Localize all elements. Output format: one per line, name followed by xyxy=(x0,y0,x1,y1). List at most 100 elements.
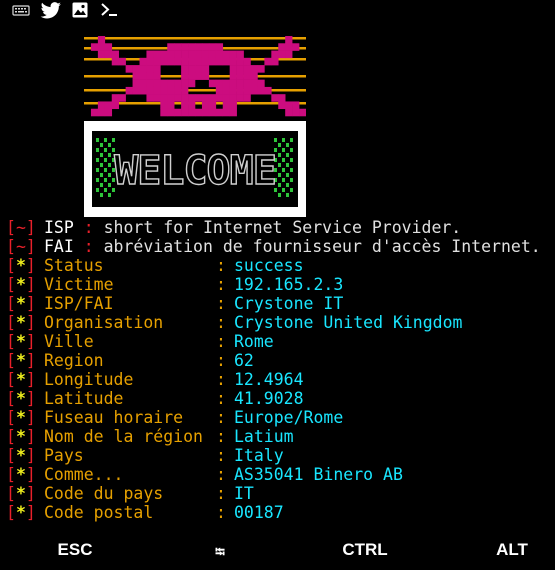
info-separator: : xyxy=(83,218,94,237)
field-separator: : xyxy=(216,294,226,313)
field-value: 62 xyxy=(234,351,254,370)
star-marker: * xyxy=(15,389,26,408)
field-line: [*] Region:62 xyxy=(6,351,555,370)
field-value: Europe/Rome xyxy=(234,408,344,427)
star-marker: * xyxy=(15,370,26,389)
info-line: [~] FAI : abréviation de fournisseur d'ac… xyxy=(6,237,555,256)
bracket: ] xyxy=(25,446,36,465)
field-marker: [*] xyxy=(6,503,36,522)
field-separator: : xyxy=(216,256,226,275)
welcome-logo: WELCOME xyxy=(114,148,276,194)
info-text: FAI : abréviation de fournisseur d'accès… xyxy=(44,237,541,256)
field-value: Rome xyxy=(234,332,274,351)
field-line: [*] Code du pays: IT xyxy=(6,484,555,503)
extra-keys-bar: ESC ⭾ CTRL ALT xyxy=(0,532,555,568)
field-separator: : xyxy=(216,408,226,427)
tilde-marker: ~ xyxy=(15,237,26,256)
field-separator: : xyxy=(216,351,226,370)
star-marker: * xyxy=(15,446,26,465)
bracket: ] xyxy=(25,427,36,446)
field-label: Ville xyxy=(44,332,94,351)
field-label: Fuseau horaire xyxy=(44,408,184,427)
field-separator: : xyxy=(216,446,226,465)
star-marker: * xyxy=(15,408,26,427)
star-marker: * xyxy=(15,351,26,370)
bracket: [ xyxy=(6,218,16,237)
star-marker: * xyxy=(15,275,26,294)
skull-and-welcome-art: WELCOME xyxy=(84,36,307,217)
field-marker: [*] xyxy=(6,389,36,408)
bracket: ] xyxy=(25,465,36,484)
field-label: Victime xyxy=(44,275,114,294)
field-label: Code postal xyxy=(44,503,154,522)
info-text: ISP : short for Internet Service Provide… xyxy=(44,218,461,237)
field-value: AS35041 Binero AB xyxy=(234,465,403,484)
field-line: [*] ISP/FAI: Crystone IT xyxy=(6,294,555,313)
field-label: Code du pays xyxy=(44,484,164,503)
bracket: [ xyxy=(6,351,16,370)
field-line: [*] Fuseau horaire: Europe/Rome xyxy=(6,408,555,427)
bracket: ] xyxy=(25,351,36,370)
alt-key[interactable]: ALT xyxy=(490,540,534,560)
field-separator: : xyxy=(216,332,226,351)
info-description: abréviation de fournisseur d'accès Inter… xyxy=(103,237,541,256)
field-label: Region xyxy=(44,351,104,370)
image-icon xyxy=(72,2,88,22)
tab-key[interactable]: ⭾ xyxy=(207,543,233,565)
bracket: [ xyxy=(6,237,16,256)
bracket: ] xyxy=(25,256,36,275)
star-marker: * xyxy=(15,294,26,313)
bracket: [ xyxy=(6,332,16,351)
field-line: [*] Longitude:12.4964 xyxy=(6,370,555,389)
field-value: success xyxy=(234,256,304,275)
bracket: [ xyxy=(6,370,16,389)
bracket: ] xyxy=(25,370,36,389)
field-label: Pays xyxy=(44,446,84,465)
field-line: [*] Pays: Italy xyxy=(6,446,555,465)
status-bar xyxy=(0,0,555,22)
info-key: FAI xyxy=(44,237,74,256)
field-marker: [*] xyxy=(6,427,36,446)
bracket: ] xyxy=(25,389,36,408)
field-line: [*] Latitude:41.9028 xyxy=(6,389,555,408)
field-marker: [*] xyxy=(6,294,36,313)
bracket: ] xyxy=(25,218,36,237)
bracket: ] xyxy=(25,237,36,256)
field-marker: [*] xyxy=(6,275,36,294)
field-label: Latitude xyxy=(44,389,124,408)
bracket: [ xyxy=(6,427,16,446)
bracket: [ xyxy=(6,446,16,465)
field-value: Italy xyxy=(234,446,284,465)
info-line: [~] ISP : short for Internet Service Prov… xyxy=(6,218,555,237)
field-marker: [*] xyxy=(6,370,36,389)
tilde-marker: ~ xyxy=(15,218,26,237)
star-marker: * xyxy=(15,465,26,484)
field-marker: [*] xyxy=(6,446,36,465)
esc-key[interactable]: ESC xyxy=(55,540,95,560)
field-marker: [*] xyxy=(6,408,36,427)
field-marker: [*] xyxy=(6,484,36,503)
field-label: Comme... xyxy=(44,465,124,484)
info-key: ISP xyxy=(44,218,74,237)
field-value: IT xyxy=(234,484,254,503)
star-marker: * xyxy=(15,332,26,351)
field-marker: [*] xyxy=(6,465,36,484)
bracket: ] xyxy=(25,408,36,427)
field-value: Crystone IT xyxy=(234,294,344,313)
field-separator: : xyxy=(216,370,226,389)
star-marker: * xyxy=(15,256,26,275)
field-line: [*] Victime:192.165.2.3 xyxy=(6,275,555,294)
field-marker: [*] xyxy=(6,256,36,275)
info-marker: [~] xyxy=(6,237,36,256)
keyboard-icon xyxy=(12,2,30,21)
field-separator: : xyxy=(216,389,226,408)
field-line: [*] Status: success xyxy=(6,256,555,275)
bracket: ] xyxy=(25,503,36,522)
bracket: [ xyxy=(6,503,16,522)
ctrl-key[interactable]: CTRL xyxy=(338,540,392,560)
field-line: [*] Comme...: AS35041 Binero AB xyxy=(6,465,555,484)
bracket: ] xyxy=(25,294,36,313)
field-separator: : xyxy=(216,484,226,503)
bracket: ] xyxy=(25,313,36,332)
field-line: [*] Code postal:00187 xyxy=(6,503,555,522)
